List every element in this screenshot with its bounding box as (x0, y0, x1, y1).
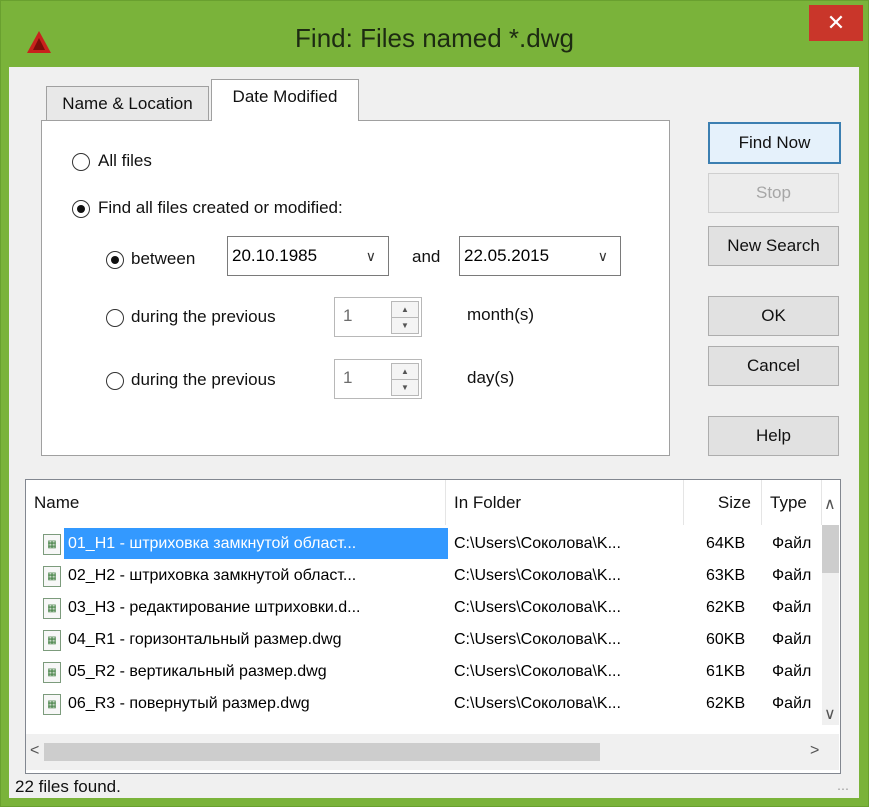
dwg-file-icon: ▦ (43, 662, 61, 683)
dwg-file-icon: ▦ (43, 630, 61, 651)
file-type: Файл (772, 631, 812, 648)
spin-down-icon[interactable]: ▼ (391, 317, 419, 334)
status-text: 22 files found. (15, 777, 121, 796)
file-name: 04_R1 - горизонтальный размер.dwg (68, 631, 342, 648)
file-size: 64KB (706, 535, 746, 552)
all-files-label[interactable]: All files (98, 151, 152, 171)
cancel-button[interactable]: Cancel (708, 346, 839, 386)
file-name: 03_H3 - редактирование штриховки.d... (68, 599, 361, 616)
scroll-left-icon[interactable]: < (30, 742, 39, 760)
close-button[interactable]: ✕ (809, 5, 863, 41)
find-now-button[interactable]: Find Now (708, 122, 841, 164)
file-folder: C:\Users\Соколова\K... (454, 567, 621, 584)
dwg-file-icon: ▦ (43, 566, 61, 587)
find-modified-radio[interactable] (72, 200, 90, 218)
table-row[interactable]: ▦ 01_H1 - штриховка замкнутой област... … (26, 528, 826, 559)
and-label: and (412, 247, 441, 266)
date-to-value: 22.05.2015 (464, 246, 550, 265)
tab-date-modified[interactable]: Date Modified (211, 79, 359, 121)
file-size: 62KB (706, 695, 746, 712)
spin-down-icon[interactable]: ▼ (391, 379, 419, 396)
previous-months-label[interactable]: during the previous (131, 307, 276, 327)
vertical-scrollbar[interactable] (822, 525, 839, 725)
results-list[interactable]: Name In Folder Size Type ▦ 01_H1 - штрих… (25, 479, 841, 774)
date-to-dropdown[interactable]: 22.05.2015 ∨ (459, 236, 621, 276)
date-modified-panel: All files Find all files created or modi… (41, 120, 670, 456)
file-folder: C:\Users\Соколова\K... (454, 599, 621, 616)
months-spinner[interactable]: 1 ▲ ▼ (334, 297, 422, 337)
table-row[interactable]: ▦ 02_H2 - штриховка замкнутой област... … (26, 560, 826, 591)
find-modified-label[interactable]: Find all files created or modified: (98, 198, 343, 218)
chevron-down-icon: ∨ (365, 248, 376, 264)
dwg-file-icon: ▦ (43, 534, 61, 555)
file-size: 62KB (706, 599, 746, 616)
table-row[interactable]: ▦ 04_R1 - горизонтальный размер.dwg C:\U… (26, 624, 826, 655)
file-size: 63KB (706, 567, 746, 584)
file-folder: C:\Users\Соколова\K... (454, 631, 621, 648)
date-from-dropdown[interactable]: 20.10.1985 ∨ (227, 236, 389, 276)
table-row[interactable]: ▦ 06_R3 - повернутый размер.dwg C:\Users… (26, 688, 826, 719)
status-bar: 22 files found. ⋯ (9, 776, 859, 798)
date-from-value: 20.10.1985 (232, 246, 318, 265)
months-value: 1 (343, 306, 353, 325)
vertical-scroll-thumb[interactable] (822, 525, 839, 573)
between-radio[interactable] (106, 251, 124, 269)
days-spinner[interactable]: 1 ▲ ▼ (334, 359, 422, 399)
between-label[interactable]: between (131, 249, 195, 269)
find-dialog: Find: Files named *.dwg ✕ Name & Locatio… (0, 0, 869, 807)
table-row[interactable]: ▦ 03_H3 - редактирование штриховки.d... … (26, 592, 826, 623)
days-unit-label: day(s) (467, 368, 515, 387)
window-title: Find: Files named *.dwg (295, 23, 574, 53)
column-header-size[interactable]: Size (684, 480, 762, 525)
all-files-radio[interactable] (72, 153, 90, 171)
previous-months-radio[interactable] (106, 309, 124, 327)
horizontal-scrollbar[interactable]: < > (26, 734, 839, 770)
resize-grip-icon[interactable]: ⋯ (837, 778, 849, 800)
previous-days-radio[interactable] (106, 372, 124, 390)
file-type: Файл (772, 695, 812, 712)
file-name: 01_H1 - штриховка замкнутой област... (64, 528, 448, 559)
table-row[interactable]: ▦ 05_R2 - вертикальный размер.dwg C:\Use… (26, 656, 826, 687)
help-button[interactable]: Help (708, 416, 839, 456)
dialog-body: Name & Location Date Modified All files … (9, 67, 859, 798)
file-name: 05_R2 - вертикальный размер.dwg (68, 663, 327, 680)
months-unit-label: month(s) (467, 305, 535, 324)
previous-days-label[interactable]: during the previous (131, 370, 276, 390)
scroll-down-icon[interactable]: ∨ (824, 704, 836, 724)
tab-name-location[interactable]: Name & Location (46, 86, 209, 120)
file-name: 02_H2 - штриховка замкнутой област... (68, 567, 357, 584)
stop-button[interactable]: Stop (708, 173, 839, 213)
spin-up-icon[interactable]: ▲ (391, 363, 419, 380)
spin-up-icon[interactable]: ▲ (391, 301, 419, 318)
new-search-button[interactable]: New Search (708, 226, 839, 266)
dwg-file-icon: ▦ (43, 694, 61, 715)
dwg-file-icon: ▦ (43, 598, 61, 619)
column-header-type[interactable]: Type (762, 480, 822, 525)
days-value: 1 (343, 368, 353, 387)
file-type: Файл (772, 663, 812, 680)
scroll-up-icon[interactable]: ∧ (824, 494, 836, 514)
file-size: 61KB (706, 663, 746, 680)
file-folder: C:\Users\Соколова\K... (454, 695, 621, 712)
horizontal-scroll-thumb[interactable] (44, 743, 600, 761)
file-folder: C:\Users\Соколова\K... (454, 535, 621, 552)
column-header-folder[interactable]: In Folder (446, 480, 684, 525)
file-size: 60KB (706, 631, 746, 648)
column-header-name[interactable]: Name (26, 480, 446, 525)
file-folder: C:\Users\Соколова\K... (454, 663, 621, 680)
file-type: Файл (772, 599, 812, 616)
scroll-right-icon[interactable]: > (810, 742, 819, 760)
chevron-down-icon: ∨ (597, 248, 608, 264)
file-name: 06_R3 - повернутый размер.dwg (68, 695, 310, 712)
file-type: Файл (772, 535, 812, 552)
file-type: Файл (772, 567, 812, 584)
ok-button[interactable]: OK (708, 296, 839, 336)
